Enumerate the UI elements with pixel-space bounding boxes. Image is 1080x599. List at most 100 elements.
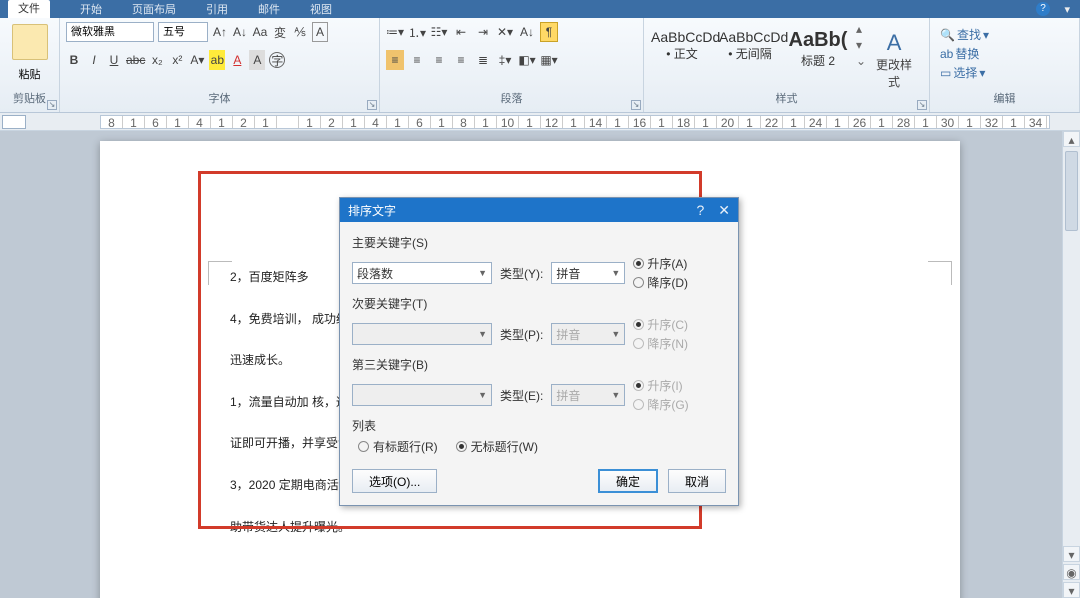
group-editing: 🔍查找▾ ab替换 ▭选择▾ 编辑 <box>930 18 1080 112</box>
subscript-button[interactable]: x₂ <box>149 50 165 70</box>
highlight-icon[interactable]: ab <box>209 50 225 70</box>
align-justify-icon[interactable]: ≡ <box>452 50 470 70</box>
cancel-button[interactable]: 取消 <box>668 469 726 493</box>
horizontal-ruler[interactable]: 8161412112141618110112114116118120122124… <box>100 115 1050 129</box>
primary-desc-radio[interactable]: 降序(D) <box>633 274 688 291</box>
show-marks-icon[interactable]: ¶ <box>540 22 558 42</box>
select-button[interactable]: ▭选择▾ <box>940 64 1069 81</box>
line-spacing-icon[interactable]: ‡▾ <box>496 50 514 70</box>
dialog-footer: 选项(O)... 确定 取消 <box>352 469 726 493</box>
help-icon[interactable]: ? <box>1036 2 1050 16</box>
secondary-key-label: 次要关键字(T) <box>352 295 726 312</box>
secondary-type-select[interactable]: 拼音▼ <box>551 323 625 345</box>
bullets-icon[interactable]: ≔▾ <box>386 22 404 42</box>
tertiary-type-select[interactable]: 拼音▼ <box>551 384 625 406</box>
clipboard-launcher-icon[interactable]: ↘ <box>47 100 57 110</box>
tab-layout[interactable]: 页面布局 <box>132 1 176 17</box>
header-row-radio[interactable]: 有标题行(R) <box>358 438 438 455</box>
enclose-char-icon[interactable]: 字 <box>269 52 285 68</box>
styles-launcher-icon[interactable]: ↘ <box>917 100 927 110</box>
paragraph-launcher-icon[interactable]: ↘ <box>631 100 641 110</box>
ribbon: 粘贴 剪贴板 ↘ 微软雅黑 五号 A↑ A↓ Aa 変 ⅍ A B I U ab… <box>0 18 1080 113</box>
replace-button[interactable]: ab替换 <box>940 45 1069 62</box>
grow-font-icon[interactable]: A↑ <box>212 22 228 42</box>
prev-page-icon[interactable]: ◉ <box>1063 564 1080 580</box>
sort-icon[interactable]: A↓ <box>518 22 536 42</box>
style-normal[interactable]: AaBbCcDd • 正文 <box>650 22 714 72</box>
scroll-up-icon[interactable]: ▴ <box>1063 131 1080 147</box>
paste-icon[interactable] <box>12 24 48 60</box>
multilevel-icon[interactable]: ☷▾ <box>430 22 448 42</box>
align-center-icon[interactable]: ≡ <box>408 50 426 70</box>
font-family-select[interactable]: 微软雅黑 <box>66 22 154 42</box>
styles-down-icon[interactable]: ▾ <box>856 38 866 52</box>
primary-type-select[interactable]: 拼音▼ <box>551 262 625 284</box>
list-section: 列表 有标题行(R) 无标题行(W) <box>352 417 726 455</box>
group-clipboard-label: 剪贴板 <box>6 90 53 108</box>
style-nospacing[interactable]: AaBbCcDd • 无间隔 <box>718 22 782 72</box>
char-shading-icon[interactable]: A <box>249 50 265 70</box>
tab-view[interactable]: 视图 <box>310 1 332 17</box>
tab-ref[interactable]: 引用 <box>206 1 228 17</box>
group-styles-label: 样式 <box>650 90 923 108</box>
italic-button[interactable]: I <box>86 50 102 70</box>
change-styles-button[interactable]: A 更改样式 <box>872 22 916 90</box>
tertiary-key-section: 第三关键字(B) ▼ 类型(E): 拼音▼ 升序(I) 降序(G) <box>352 356 726 413</box>
styles-up-icon[interactable]: ▴ <box>856 22 866 36</box>
dialog-close-icon[interactable]: ✕ <box>718 202 730 219</box>
tab-selector-icon[interactable] <box>2 115 26 129</box>
group-clipboard: 粘贴 剪贴板 ↘ <box>0 18 60 112</box>
align-right-icon[interactable]: ≡ <box>430 50 448 70</box>
shading-icon[interactable]: ◧▾ <box>518 50 536 70</box>
bold-button[interactable]: B <box>66 50 82 70</box>
dialog-titlebar[interactable]: 排序文字 ? ✕ <box>340 198 738 222</box>
numbering-icon[interactable]: ⒈▾ <box>408 22 426 42</box>
tertiary-asc-radio: 升序(I) <box>633 377 688 394</box>
vertical-scrollbar[interactable]: ▴ ▾ ◉ ▾ <box>1062 131 1080 598</box>
change-case-icon[interactable]: Aa <box>252 22 268 42</box>
font-color-icon[interactable]: A <box>229 50 245 70</box>
strike-button[interactable]: abc <box>126 50 145 70</box>
group-font-label: 字体 <box>66 90 373 108</box>
text-effects-icon[interactable]: A▾ <box>189 50 205 70</box>
primary-key-select[interactable]: 段落数▼ <box>352 262 492 284</box>
ribbon-min-icon[interactable]: ▾ <box>1064 3 1070 16</box>
secondary-desc-radio: 降序(N) <box>633 335 688 352</box>
tab-mail[interactable]: 邮件 <box>258 1 280 17</box>
menu-bar: 文件 开始 页面布局 引用 邮件 视图 ? ▾ <box>0 0 1080 18</box>
font-launcher-icon[interactable]: ↘ <box>367 100 377 110</box>
primary-asc-radio[interactable]: 升序(A) <box>633 255 688 272</box>
find-button[interactable]: 🔍查找▾ <box>940 26 1069 43</box>
scroll-thumb[interactable] <box>1065 151 1078 231</box>
tab-start[interactable]: 开始 <box>80 1 102 17</box>
superscript-button[interactable]: x² <box>169 50 185 70</box>
tab-file[interactable]: 文件 <box>8 0 50 18</box>
styles-more-icon[interactable]: ⌄ <box>856 54 866 68</box>
align-dist-icon[interactable]: ≣ <box>474 50 492 70</box>
paste-button[interactable]: 粘贴 <box>19 66 41 82</box>
secondary-key-select[interactable]: ▼ <box>352 323 492 345</box>
options-button[interactable]: 选项(O)... <box>352 469 437 493</box>
borders-icon[interactable]: ▦▾ <box>540 50 558 70</box>
primary-type-label: 类型(Y): <box>500 265 543 282</box>
scroll-down-icon[interactable]: ▾ <box>1063 546 1080 562</box>
next-page-icon[interactable]: ▾ <box>1063 582 1080 598</box>
align-left-icon[interactable]: ≡ <box>386 50 404 70</box>
dialog-help-icon[interactable]: ? <box>696 202 704 219</box>
primary-key-section: 主要关键字(S) 段落数▼ 类型(Y): 拼音▼ 升序(A) 降序(D) <box>352 234 726 291</box>
font-size-select[interactable]: 五号 <box>158 22 208 42</box>
tertiary-desc-radio: 降序(G) <box>633 396 688 413</box>
phonetic-icon[interactable]: 変 <box>272 22 288 42</box>
shrink-font-icon[interactable]: A↓ <box>232 22 248 42</box>
clear-format-icon[interactable]: ⅍ <box>292 22 308 42</box>
ok-button[interactable]: 确定 <box>598 469 658 493</box>
secondary-key-section: 次要关键字(T) ▼ 类型(P): 拼音▼ 升序(C) 降序(N) <box>352 295 726 352</box>
tertiary-key-select[interactable]: ▼ <box>352 384 492 406</box>
char-border-icon[interactable]: A <box>312 22 328 42</box>
indent-inc-icon[interactable]: ⇥ <box>474 22 492 42</box>
asian-layout-icon[interactable]: ✕▾ <box>496 22 514 42</box>
no-header-row-radio[interactable]: 无标题行(W) <box>456 438 538 455</box>
style-heading2[interactable]: AaBb( 标题 2 <box>786 22 850 72</box>
underline-button[interactable]: U <box>106 50 122 70</box>
indent-dec-icon[interactable]: ⇤ <box>452 22 470 42</box>
